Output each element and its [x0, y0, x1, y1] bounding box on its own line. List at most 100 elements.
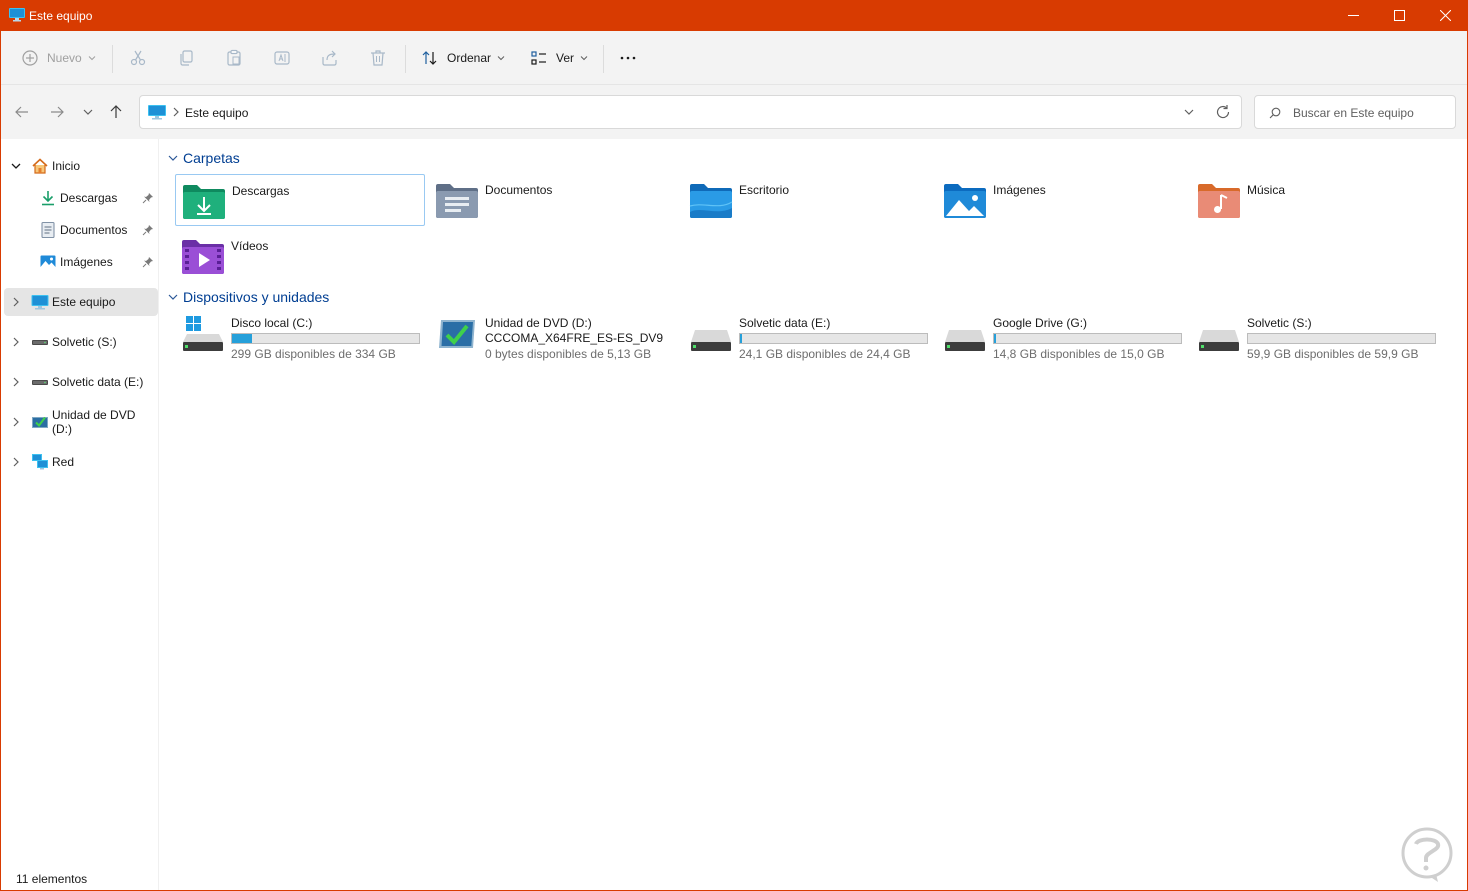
section-title: Carpetas [183, 150, 240, 166]
search-input[interactable] [1293, 104, 1451, 122]
search-box[interactable] [1254, 95, 1456, 129]
drive-tile-c[interactable]: Disco local (C:) 299 GB disponibles de 3… [175, 316, 425, 376]
up-button[interactable] [106, 102, 126, 122]
rename-button[interactable] [273, 31, 291, 85]
arrow-left-icon [15, 106, 28, 118]
breadcrumb[interactable]: Este equipo [185, 106, 248, 120]
close-button[interactable] [1422, 0, 1468, 31]
documents-folder-icon [436, 184, 478, 218]
chevron-right-icon[interactable] [10, 456, 22, 468]
sidebar-item-label: Descargas [60, 191, 118, 205]
sidebar-item-label: Solvetic (S:) [52, 335, 117, 349]
sidebar-item-solvetic-s[interactable]: Solvetic (S:) [4, 328, 158, 356]
drive-tile-s[interactable]: Solvetic (S:) 59,9 GB disponibles de 59,… [1191, 316, 1441, 376]
pin-icon [142, 257, 153, 268]
drive-free-space: 14,8 GB disponibles de 15,0 GB [993, 347, 1165, 361]
drive-free-space: 24,1 GB disponibles de 24,4 GB [739, 347, 911, 361]
more-options-button[interactable] [619, 31, 637, 85]
folder-tile-descargas[interactable]: Descargas [175, 174, 425, 226]
address-bar[interactable]: Este equipo [139, 95, 1242, 129]
back-button[interactable] [12, 102, 32, 122]
drive-tile-g[interactable]: Google Drive (G:) 14,8 GB disponibles de… [937, 316, 1187, 376]
paste-button[interactable] [225, 31, 243, 85]
arrow-right-icon [51, 106, 64, 118]
sidebar-item-red[interactable]: Red [4, 448, 158, 476]
folder-tile-imagenes[interactable]: Imágenes [937, 174, 1187, 226]
hdd-icon [691, 330, 731, 351]
share-button[interactable] [321, 31, 339, 85]
maximize-icon [1393, 10, 1405, 21]
pc-icon [148, 105, 166, 120]
folders-section-header[interactable]: Carpetas [167, 150, 240, 166]
dvd-icon [32, 416, 48, 428]
pin-icon [142, 225, 153, 236]
folder-tile-musica[interactable]: Música [1191, 174, 1441, 226]
minimize-button[interactable] [1330, 0, 1376, 31]
separator [603, 45, 604, 73]
new-button[interactable]: Nuevo [21, 31, 96, 85]
view-button[interactable]: Ver [530, 31, 588, 85]
window-title: Este equipo [29, 9, 93, 23]
view-label: Ver [556, 51, 575, 65]
maximize-button[interactable] [1376, 0, 1422, 31]
share-icon [322, 50, 337, 66]
drive-usage-fill [740, 334, 743, 343]
chevron-right-icon[interactable] [10, 336, 22, 348]
recent-locations-button[interactable] [78, 102, 98, 122]
drive-icon [32, 380, 48, 385]
chevron-right-icon[interactable] [10, 376, 22, 388]
chevron-down-icon[interactable] [10, 160, 22, 172]
chevron-down-icon [497, 56, 505, 61]
sidebar-item-imagenes[interactable]: Imágenes [4, 248, 158, 276]
chevron-right-icon[interactable] [10, 416, 22, 428]
sidebar-item-descargas[interactable]: Descargas [4, 184, 158, 212]
title-bar: Este equipo [0, 0, 1468, 31]
section-title: Dispositivos y unidades [183, 289, 330, 305]
minimize-icon [1347, 15, 1359, 16]
chevron-right-icon[interactable] [10, 296, 22, 308]
cut-button[interactable] [129, 31, 147, 85]
sort-icon [422, 51, 437, 65]
separator [112, 45, 113, 73]
sidebar-item-dvd-d[interactable]: Unidad de DVD (D:) [4, 408, 158, 436]
drive-volume-label: CCCOMA_X64FRE_ES-ES_DV9 [485, 331, 664, 345]
folder-tile-documentos[interactable]: Documentos [429, 174, 679, 226]
pc-icon [31, 295, 49, 310]
drive-icon [32, 340, 48, 345]
drive-name: Solvetic data (E:) [739, 316, 831, 330]
sidebar-item-documentos[interactable]: Documentos [4, 216, 158, 244]
paste-icon [227, 49, 241, 66]
command-bar: Nuevo Ordenar Ver [1, 31, 1467, 85]
folder-name: Documentos [485, 183, 553, 197]
pin-icon [142, 193, 153, 204]
folder-tile-videos[interactable]: Vídeos [175, 230, 425, 282]
sidebar-item-este-equipo[interactable]: Este equipo [4, 288, 158, 316]
delete-button[interactable] [369, 31, 387, 85]
chevron-down-icon [168, 294, 178, 300]
chevron-down-icon [580, 56, 588, 61]
refresh-icon[interactable] [1215, 104, 1231, 120]
drive-free-space: 299 GB disponibles de 334 GB [231, 347, 396, 361]
folder-name: Descargas [232, 184, 290, 198]
devices-section-header[interactable]: Dispositivos y unidades [167, 289, 329, 305]
chevron-down-icon[interactable] [1183, 106, 1195, 118]
music-folder-icon [1198, 184, 1240, 218]
folder-tile-escritorio[interactable]: Escritorio [683, 174, 933, 226]
sidebar-item-inicio[interactable]: Inicio [4, 152, 158, 180]
windows-drive-icon [183, 316, 223, 351]
sort-button[interactable]: Ordenar [421, 31, 505, 85]
drive-tile-d[interactable]: Unidad de DVD (D:) CCCOMA_X64FRE_ES-ES_D… [429, 316, 679, 376]
drive-usage-fill [994, 334, 997, 343]
drive-tile-e[interactable]: Solvetic data (E:) 24,1 GB disponibles d… [683, 316, 933, 376]
sidebar-item-label: Inicio [52, 159, 81, 173]
separator [405, 45, 406, 73]
sidebar-item-label: Red [52, 455, 75, 469]
forward-button[interactable] [47, 102, 67, 122]
drive-name: Google Drive (G:) [993, 316, 1088, 330]
sidebar-item-solvetic-data-e[interactable]: Solvetic data (E:) [4, 368, 158, 396]
chevron-down-icon [83, 109, 93, 115]
cut-icon [130, 50, 146, 66]
chevron-down-icon [168, 155, 178, 161]
close-icon [1439, 10, 1451, 21]
copy-button[interactable] [177, 31, 195, 85]
